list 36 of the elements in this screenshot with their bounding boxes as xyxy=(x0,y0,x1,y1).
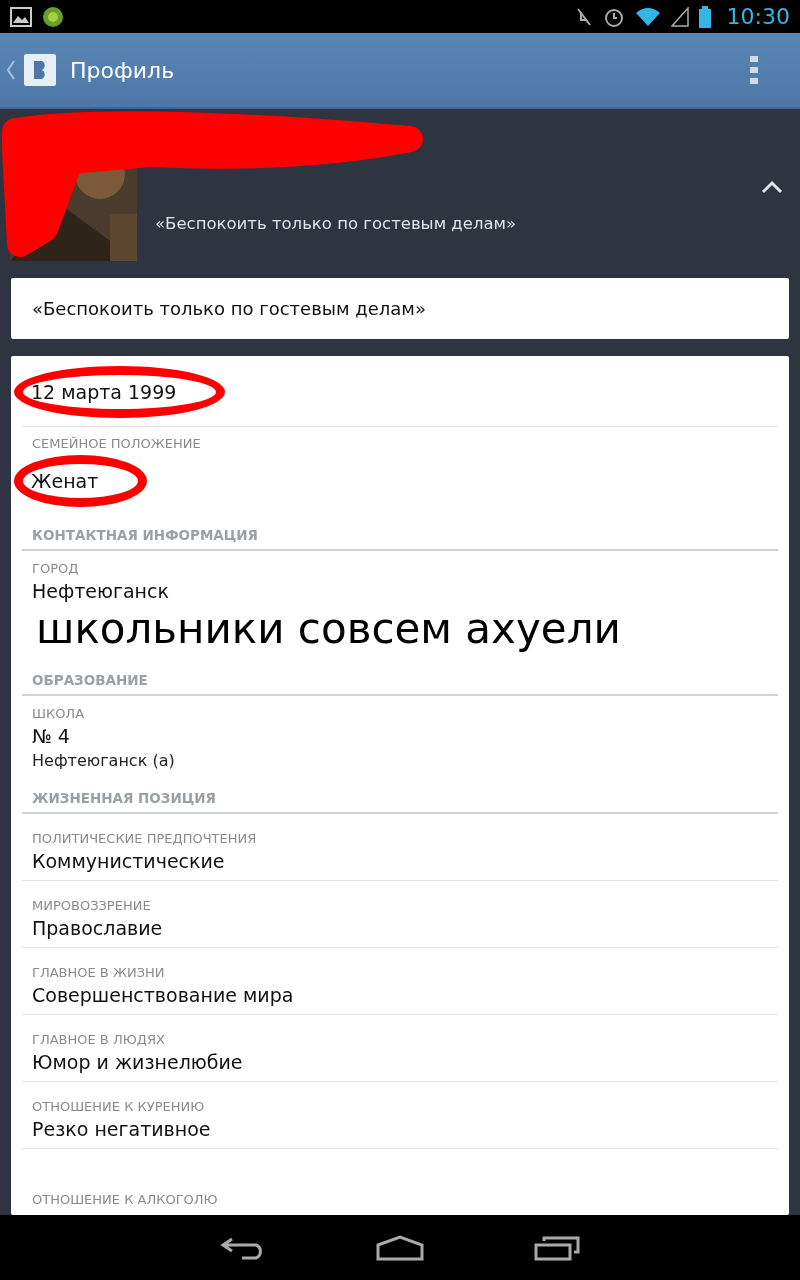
app-icon xyxy=(42,5,64,28)
field-value: Нефтеюганск xyxy=(32,580,170,603)
field-value: Коммунистические xyxy=(32,850,226,872)
profile-status: «Беспокоить только по гостевым делам» xyxy=(155,214,518,233)
status-time: 10:30 xyxy=(726,4,790,29)
status-card: «Беспокоить только по гостевым делам» xyxy=(11,278,789,339)
field-label: ОТНОШЕНИЕ К КУРЕНИЮ xyxy=(32,1099,206,1114)
signal-icon xyxy=(670,6,689,27)
field-label: ГЛАВНОЕ В ЖИЗНИ xyxy=(32,965,166,980)
image-icon xyxy=(10,6,32,27)
section-heading: ОБРАЗОВАНИЕ xyxy=(22,660,778,697)
home-icon[interactable] xyxy=(376,1234,424,1261)
field-label: ОТНОШЕНИЕ К АЛКОГОЛЮ xyxy=(32,1192,219,1207)
field-value: Юмор и жизнелюбие xyxy=(32,1051,244,1073)
field-value: Православие xyxy=(32,917,164,939)
field-value: № 4 xyxy=(32,725,71,747)
field-label: ГЛАВНОЕ В ЛЮДЯХ xyxy=(32,1032,166,1047)
field-value: Резко негативное xyxy=(32,1118,212,1140)
field-label: ШКОЛА xyxy=(32,706,86,721)
wifi-icon xyxy=(634,6,661,27)
logo-icon[interactable] xyxy=(24,54,56,86)
field-label: ГОРОД xyxy=(32,561,80,577)
circled-value: Женат xyxy=(14,455,148,508)
overflow-menu-icon[interactable] xyxy=(748,56,760,84)
battery-icon xyxy=(698,5,711,28)
field-value: Совершенствование мира xyxy=(32,984,295,1006)
field-label: СЕМЕЙНОЕ ПОЛОЖЕНИЕ xyxy=(32,436,202,452)
circled-value: 12 марта 1999 xyxy=(14,365,226,418)
screen-title: Профиль xyxy=(70,57,176,83)
field-label: МИРОВОЗЗРЕНИЕ xyxy=(32,898,152,913)
caption-text: школьники совсем ахуели xyxy=(36,606,622,653)
section-heading: ЖИЗНЕННАЯ ПОЗИЦИЯ xyxy=(22,778,778,814)
field-subvalue: Нефтеюганск (а) xyxy=(32,751,176,770)
field-label: ПОЛИТИЧЕСКИЕ ПРЕДПОЧТЕНИЯ xyxy=(32,831,258,846)
section-heading: КОНТАКТНАЯ ИНФОРМАЦИЯ xyxy=(22,515,778,552)
recent-apps-icon[interactable] xyxy=(534,1234,580,1261)
